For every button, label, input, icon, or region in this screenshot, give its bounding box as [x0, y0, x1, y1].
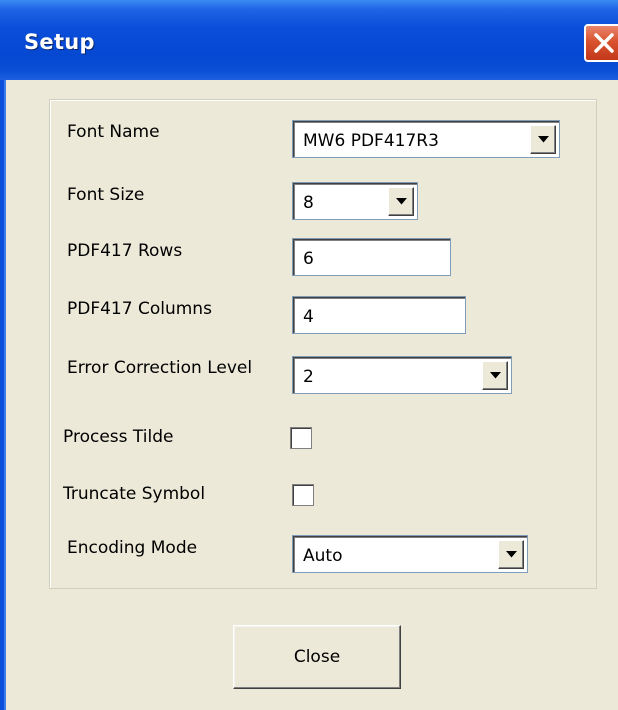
process-tilde-label: Process Tilde — [63, 427, 174, 447]
window-title: Setup — [24, 30, 95, 54]
encoding-mode-value: Auto — [303, 546, 343, 566]
font-name-dropdown[interactable]: MW6 PDF417R3 — [292, 120, 560, 158]
close-button[interactable]: Close — [233, 625, 401, 689]
error-correction-dropdown-arrow[interactable] — [482, 361, 508, 390]
chevron-down-icon — [396, 198, 407, 205]
truncate-symbol-checkbox[interactable] — [292, 484, 314, 506]
window-frame-left — [0, 80, 6, 710]
encoding-mode-label: Encoding Mode — [67, 538, 198, 558]
font-size-label: Font Size — [67, 185, 145, 205]
pdf417-rows-label: PDF417 Rows — [67, 241, 183, 261]
error-correction-dropdown[interactable]: 2 — [292, 356, 512, 394]
close-icon — [594, 33, 614, 53]
font-size-value: 8 — [303, 193, 314, 213]
pdf417-columns-input[interactable]: 4 — [292, 296, 466, 334]
pdf417-columns-value: 4 — [303, 307, 314, 327]
chevron-down-icon — [490, 372, 501, 379]
process-tilde-checkbox[interactable] — [290, 427, 312, 449]
title-bar[interactable]: Setup — [0, 0, 618, 80]
close-button-label: Close — [293, 647, 341, 667]
pdf417-rows-value: 6 — [303, 249, 314, 269]
font-name-label: Font Name — [67, 122, 160, 142]
chevron-down-icon — [538, 136, 549, 143]
pdf417-columns-label: PDF417 Columns — [67, 299, 212, 319]
encoding-mode-dropdown-arrow[interactable] — [498, 540, 524, 569]
settings-group-box — [49, 99, 597, 589]
font-size-dropdown-arrow[interactable] — [388, 187, 414, 216]
error-correction-value: 2 — [303, 367, 314, 387]
font-name-value: MW6 PDF417R3 — [303, 131, 439, 151]
setup-dialog: Setup Font Name MW6 PDF417R3 Font Size 8… — [0, 0, 618, 710]
error-correction-label: Error Correction Level — [67, 358, 253, 378]
font-size-dropdown[interactable]: 8 — [292, 182, 418, 220]
truncate-symbol-label: Truncate Symbol — [63, 484, 206, 504]
window-close-button[interactable] — [584, 24, 618, 62]
encoding-mode-dropdown[interactable]: Auto — [292, 535, 528, 573]
font-name-dropdown-arrow[interactable] — [530, 125, 556, 154]
chevron-down-icon — [506, 551, 517, 558]
pdf417-rows-input[interactable]: 6 — [292, 238, 451, 276]
